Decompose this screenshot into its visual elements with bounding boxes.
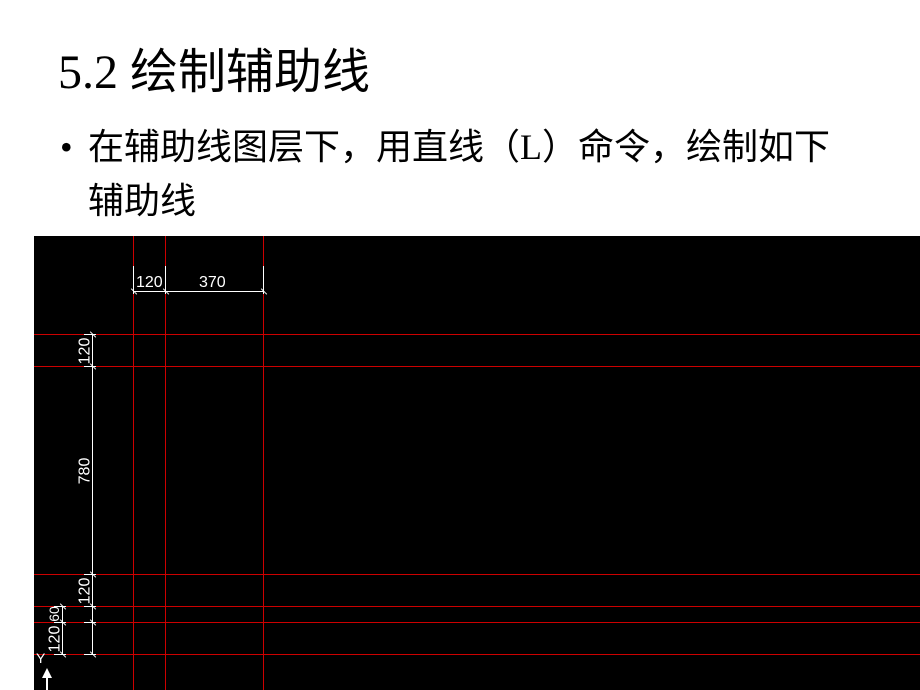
slide-heading: 5.2 绘制辅助线 xyxy=(0,0,920,102)
construction-line-h xyxy=(34,366,920,367)
dimension-value: 60 xyxy=(46,606,62,622)
dimension-value: 370 xyxy=(199,274,226,292)
dimension-value: 780 xyxy=(76,458,94,485)
bullet-list: 在辅助线图层下，用直线（L）命令，绘制如下辅助线 xyxy=(0,102,920,228)
construction-line-h xyxy=(34,334,920,335)
bullet-item: 在辅助线图层下，用直线（L）命令，绘制如下辅助线 xyxy=(88,120,860,228)
construction-line-h xyxy=(34,622,920,623)
construction-line-h xyxy=(34,574,920,575)
slide: 5.2 绘制辅助线 在辅助线图层下，用直线（L）命令，绘制如下辅助线 120 3… xyxy=(0,0,920,690)
dimension-value: 120 xyxy=(76,578,94,605)
ucs-arrow-icon xyxy=(42,668,52,678)
construction-line-h xyxy=(34,654,920,655)
dimension-value: 120 xyxy=(76,338,94,365)
ucs-y-label: Y xyxy=(36,650,45,666)
cad-screenshot: 120 370 120 780 120 60 120 Y xyxy=(34,236,920,690)
construction-line-h xyxy=(34,606,920,607)
dimension-value: 120 xyxy=(46,626,64,653)
dimension-value: 120 xyxy=(136,274,163,292)
ucs-axis xyxy=(46,678,48,690)
